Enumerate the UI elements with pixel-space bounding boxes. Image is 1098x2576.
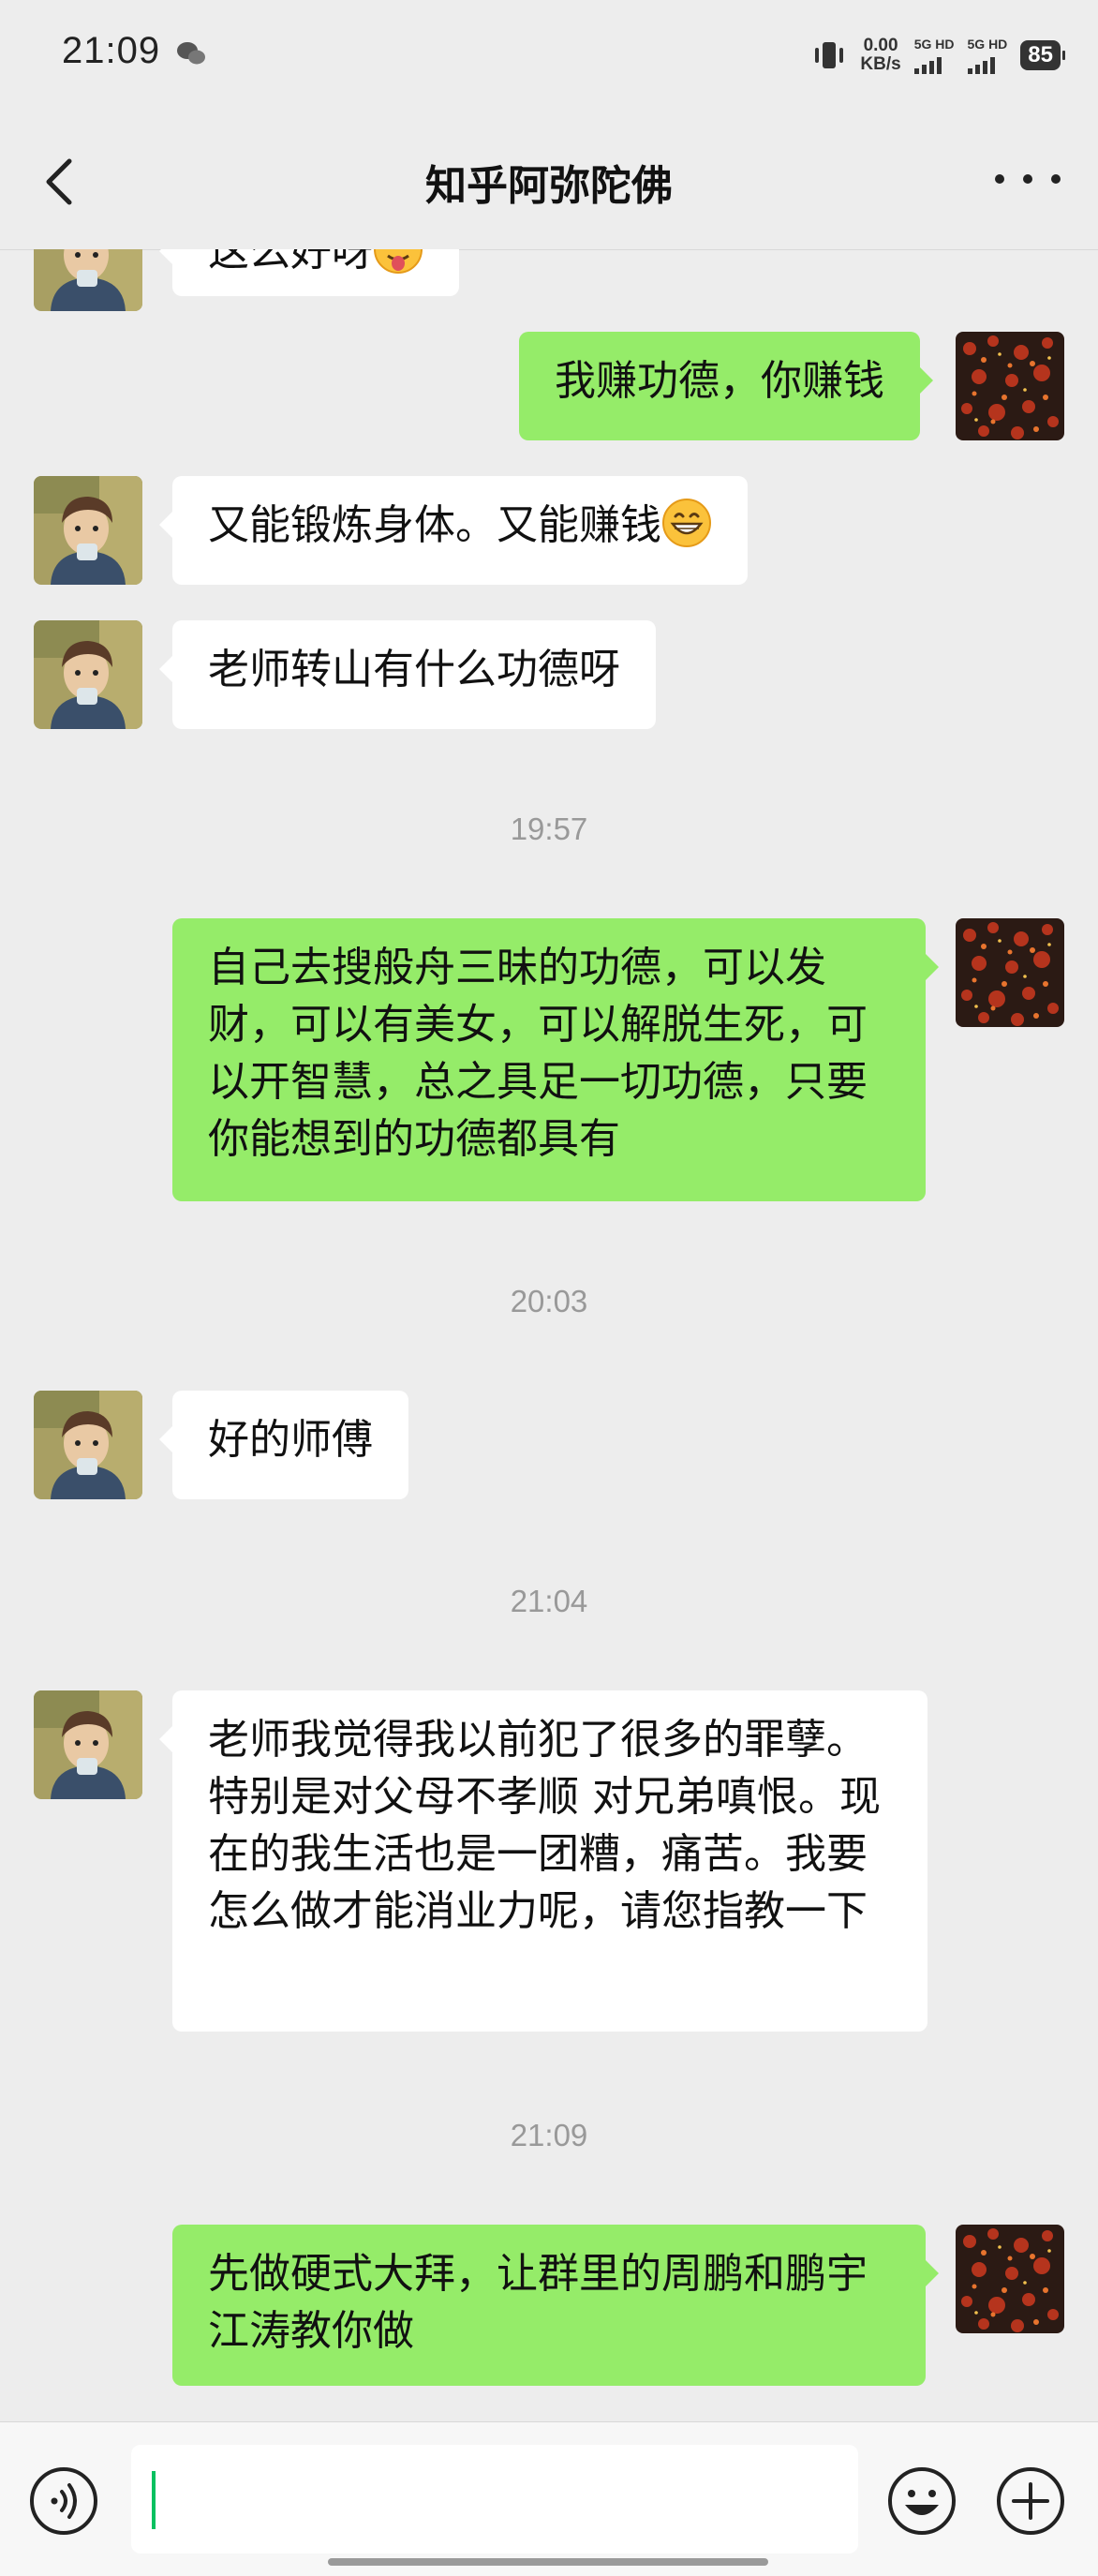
home-indicator[interactable] (328, 2558, 768, 2566)
contact-avatar[interactable] (34, 620, 142, 729)
vibrate-icon (815, 42, 844, 68)
sim1-label: 5G HD (913, 37, 955, 52)
my-avatar[interactable] (956, 332, 1064, 440)
outgoing-message[interactable]: 先做硬式大拜，让群里的周鹏和鹏宇江涛教你做 (172, 2225, 939, 2386)
outgoing-message[interactable]: 我赚功德，你赚钱 (519, 332, 933, 440)
more-functions-plus-icon[interactable] (995, 2465, 1066, 2537)
message-list[interactable]: 这么好呀 我赚功德，你赚钱 又能锻炼身体。又能赚钱 老师转山有什么功德呀 19:… (0, 249, 1098, 2421)
incoming-message[interactable]: 好的师傅 (159, 1391, 408, 1499)
message-text: 好的师傅 (208, 1416, 373, 1464)
message-text: 老师转山有什么功德呀 (208, 646, 620, 693)
signal-bars-icon (967, 53, 995, 74)
incoming-message[interactable]: 老师我觉得我以前犯了很多的罪孽。特别是对父母不孝顺 对兄弟嗔恨。现在的我生活也是… (159, 1690, 927, 2032)
emoji-picker-icon[interactable] (886, 2465, 957, 2537)
incoming-message[interactable]: 又能锻炼身体。又能赚钱 (159, 476, 748, 585)
network-speed: 0.00 KB/s (860, 37, 900, 74)
message-input[interactable] (131, 2445, 858, 2554)
status-time: 21:09 (62, 30, 161, 71)
message-timestamp: 21:04 (510, 1584, 588, 1618)
more-options-icon[interactable] (995, 165, 1061, 193)
text-caret (152, 2471, 156, 2529)
status-indicators: 0.00 KB/s 5G HD 5G HD 85 (811, 32, 1065, 79)
chat-title: 知乎阿弥陀佛 (425, 162, 673, 210)
message-text: 自己去搜般舟三昧的功德，可以发财，可以有美女，可以解脱生死，可以开智慧，总之具足… (208, 944, 868, 1163)
message-text: 先做硬式大拜，让群里的周鹏和鹏宇江涛教你做 (208, 2250, 868, 2355)
sim2-signal: 5G HD (967, 37, 1008, 74)
sim2-label: 5G HD (967, 37, 1008, 52)
status-bar: 21:09 0.00 KB/s 5G HD 5G HD 85 (0, 0, 1098, 111)
incoming-message[interactable]: 这么好呀 (159, 249, 459, 296)
message-text: 我赚功德，你赚钱 (555, 357, 884, 405)
network-speed-unit: KB/s (860, 54, 901, 74)
incoming-message[interactable]: 老师转山有什么功德呀 (159, 620, 656, 729)
message-timestamp: 20:03 (510, 1284, 588, 1318)
my-avatar[interactable] (956, 2225, 1064, 2333)
chat-header: 知乎阿弥陀佛 (0, 111, 1098, 250)
network-speed-value: 0.00 (863, 36, 898, 55)
message-text: 又能锻炼身体。又能赚钱 (208, 501, 661, 549)
contact-avatar[interactable] (34, 476, 142, 585)
chat-input-bar (0, 2421, 1098, 2576)
my-avatar[interactable] (956, 918, 1064, 1027)
battery-indicator: 85 (1020, 40, 1065, 70)
contact-avatar[interactable] (34, 1690, 142, 1799)
message-text: 这么好呀 (208, 249, 373, 275)
message-timestamp: 21:09 (510, 2118, 588, 2152)
sim1-signal: 5G HD (913, 37, 955, 74)
contact-avatar[interactable] (34, 1391, 142, 1499)
message-timestamp: 19:57 (510, 812, 588, 846)
face-tongue-icon (373, 249, 423, 275)
wechat-notification-icon (177, 42, 205, 65)
signal-bars-icon (913, 53, 942, 74)
contact-avatar[interactable] (34, 249, 142, 311)
voice-input-icon[interactable] (28, 2465, 99, 2537)
outgoing-message[interactable]: 自己去搜般舟三昧的功德，可以发财，可以有美女，可以解脱生死，可以开智慧，总之具足… (172, 918, 939, 1201)
grinning-face-icon (661, 498, 712, 548)
message-text: 老师我觉得我以前犯了很多的罪孽。特别是对父母不孝顺 对兄弟嗔恨。现在的我生活也是… (208, 1716, 881, 1935)
